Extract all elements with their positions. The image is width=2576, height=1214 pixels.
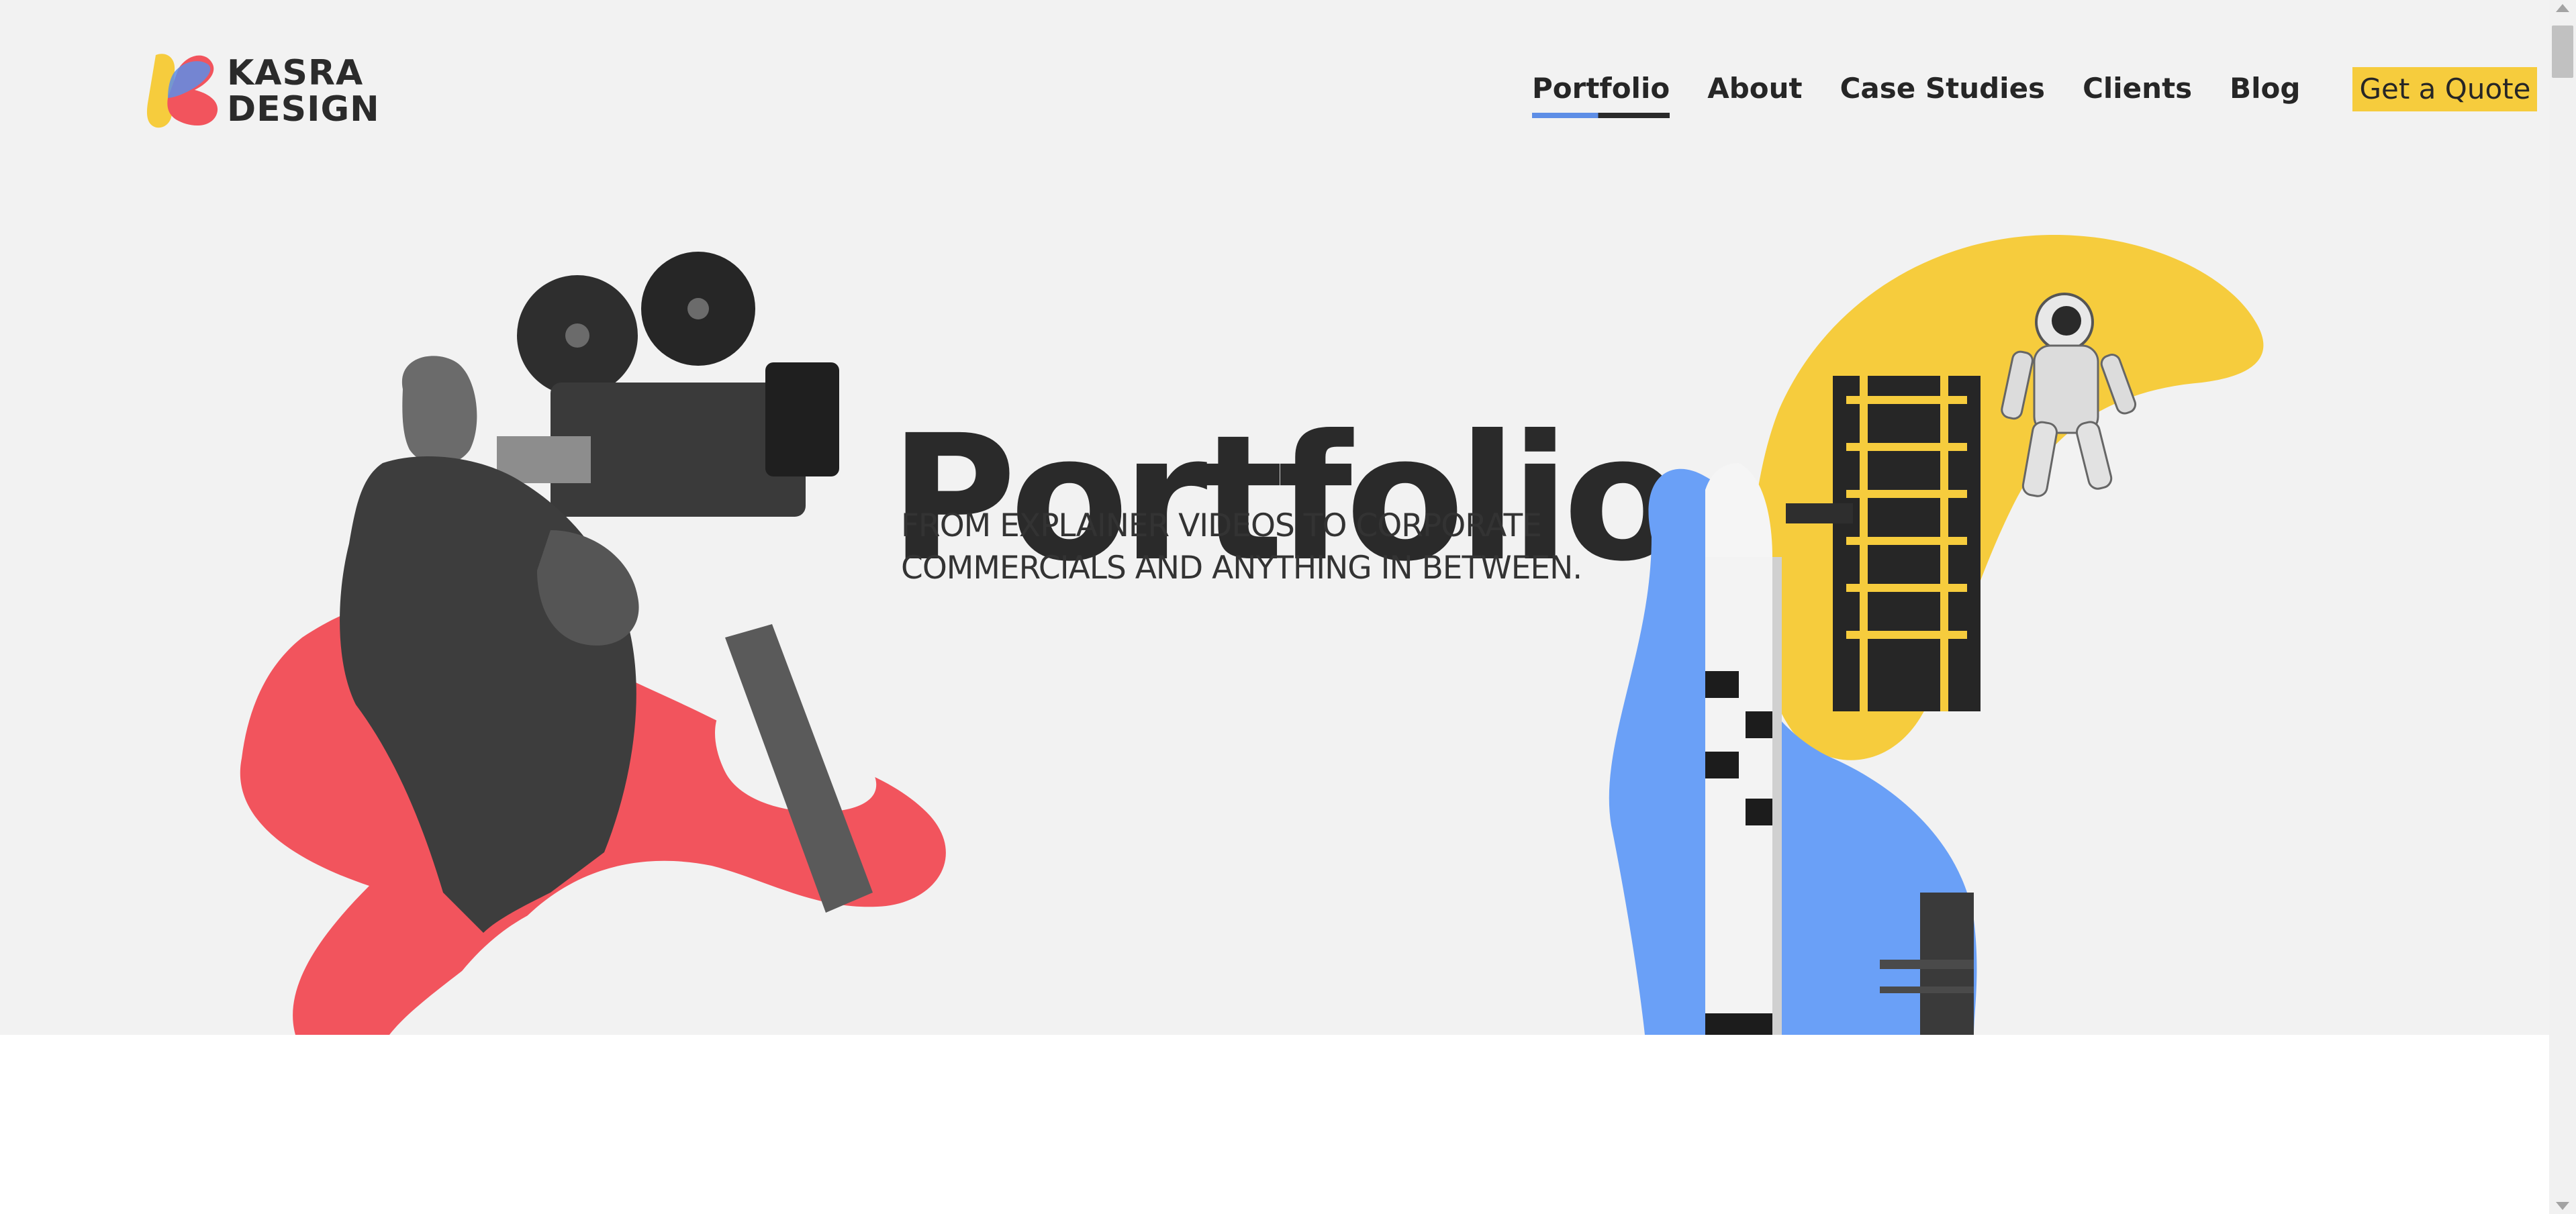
get-a-quote-button[interactable]: Get a Quote bbox=[2352, 67, 2538, 111]
scrollbar-thumb[interactable] bbox=[2552, 26, 2573, 78]
nav-item-about[interactable]: About bbox=[1707, 67, 1802, 110]
space-launch-illustration bbox=[1609, 235, 2264, 1035]
logo-mark-icon bbox=[146, 54, 218, 128]
page-viewport: KASRA DESIGN Portfolio About Case Studie… bbox=[0, 0, 2549, 1214]
man-head bbox=[401, 356, 477, 465]
nav-item-case-studies[interactable]: Case Studies bbox=[1840, 67, 2045, 110]
nav-item-portfolio[interactable]: Portfolio bbox=[1532, 67, 1670, 118]
logo-line-1: KASRA bbox=[227, 53, 364, 93]
arrow-up-icon[interactable] bbox=[2556, 4, 2569, 12]
hero-section: KASRA DESIGN Portfolio About Case Studie… bbox=[0, 0, 2549, 1035]
main-navigation: Portfolio About Case Studies Clients Blo… bbox=[1532, 67, 2538, 121]
hero-subtitle-line-2: COMMERCIALS AND ANYTHING IN BETWEEN. bbox=[901, 550, 1582, 587]
hero-subtitle: FROM EXPLAINER VIDEOS TO CORPORATE COMME… bbox=[901, 505, 1582, 589]
logo-line-2: DESIGN bbox=[227, 89, 380, 130]
nav-item-blog[interactable]: Blog bbox=[2230, 67, 2300, 110]
hero-subtitle-line-1: FROM EXPLAINER VIDEOS TO CORPORATE bbox=[901, 507, 1542, 544]
rocket-figure bbox=[1705, 463, 1782, 1035]
logo-wordmark: KASRA DESIGN bbox=[227, 55, 380, 128]
rocket-body bbox=[1705, 557, 1772, 1035]
yellow-blob-shape bbox=[1750, 235, 2264, 760]
vertical-scrollbar[interactable] bbox=[2549, 0, 2576, 1214]
kasra-design-logo[interactable]: KASRA DESIGN bbox=[141, 48, 379, 133]
arrow-down-icon[interactable] bbox=[2556, 1202, 2569, 1210]
cameraman-illustration bbox=[240, 252, 946, 1035]
nav-item-clients[interactable]: Clients bbox=[2083, 67, 2192, 110]
